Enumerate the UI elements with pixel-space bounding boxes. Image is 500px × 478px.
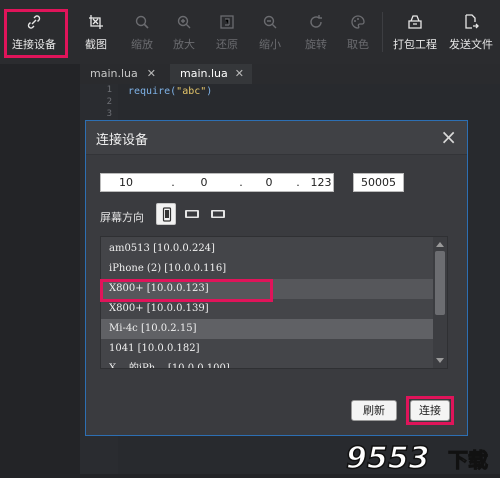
package-icon [408, 15, 422, 29]
watermark-suffix: 下载 [448, 448, 488, 472]
left-panel [0, 64, 80, 474]
rotate-button[interactable]: 旋转 [296, 0, 336, 64]
connect-button-highlight [406, 396, 454, 425]
code-line: require("abc") [128, 86, 212, 97]
ip-octet-4[interactable]: 123 [306, 176, 336, 189]
zoom-out-icon [263, 15, 277, 29]
send-file-button[interactable]: 发送文件 [444, 0, 498, 64]
screenshot-icon [89, 15, 103, 29]
dialog-title: 连接设备 [96, 133, 149, 148]
zoom-icon [135, 15, 149, 29]
code-string: "abc" [176, 86, 207, 97]
ip-dot: . [296, 176, 300, 189]
ip-dot: . [171, 176, 175, 189]
rotate-icon [310, 15, 322, 28]
ip-address-field[interactable]: 10 . 0 . 0 . 123 [100, 173, 334, 192]
ip-octet-2[interactable]: 0 [189, 176, 219, 189]
device-item[interactable]: Mi-4c [10.0.2.15] [101, 319, 433, 339]
orientation-label: 屏幕方向 [100, 211, 144, 224]
device-list[interactable]: am0513 [10.0.0.224] iPhone (2) [10.0.0.1… [100, 236, 448, 369]
scroll-thumb[interactable] [435, 251, 445, 315]
close-icon[interactable]: ✕ [147, 64, 156, 84]
zoom-in-label: 放大 [173, 38, 195, 51]
portrait-button[interactable] [156, 203, 176, 225]
package-project-label: 打包工程 [393, 38, 437, 51]
zoom-button[interactable]: 缩放 [122, 0, 162, 64]
phone-landscape-icon [185, 210, 199, 218]
landscape-button[interactable] [182, 203, 202, 225]
zoom-label: 缩放 [131, 38, 153, 51]
connect-device-dialog: 连接设备 × 10 . 0 . 0 . 123 50005 屏幕方向 am051… [85, 120, 468, 436]
restore-button[interactable]: 还原 [207, 0, 247, 64]
color-picker-button[interactable]: 取色 [338, 0, 378, 64]
restore-label: 还原 [216, 38, 238, 51]
tab-main-lua-2[interactable]: main.lua ✕ [170, 64, 252, 84]
close-icon[interactable]: × [440, 125, 457, 149]
line-number: 2 [106, 97, 112, 107]
connect-highlight [4, 9, 68, 58]
zoom-out-label: 缩小 [259, 38, 281, 51]
screenshot-button[interactable]: 截图 [76, 0, 116, 64]
toolbar-divider [382, 12, 383, 52]
zoom-out-button[interactable]: 缩小 [250, 0, 290, 64]
send-file-icon [465, 14, 479, 29]
color-picker-label: 取色 [347, 38, 369, 51]
rotate-label: 旋转 [305, 38, 327, 51]
device-item[interactable]: iPhone (2) [10.0.0.116] [101, 259, 433, 279]
tab-main-lua-1[interactable]: main.lua ✕ [80, 64, 164, 84]
watermark-graphic: 9553 下载 [345, 440, 488, 477]
device-item[interactable]: am0513 [10.0.0.224] [101, 239, 433, 259]
device-highlight [100, 279, 273, 302]
ip-octet-1[interactable]: 10 [111, 176, 141, 189]
scroll-up-icon[interactable] [436, 242, 444, 247]
ip-octet-3[interactable]: 0 [254, 176, 284, 189]
screenshot-label: 截图 [85, 38, 107, 51]
phone-portrait-icon [162, 207, 172, 222]
close-icon[interactable]: ✕ [235, 64, 244, 84]
code-paren: ) [206, 86, 213, 97]
zoom-in-button[interactable]: 放大 [164, 0, 204, 64]
line-number: 1 [106, 85, 112, 95]
phone-landscape-reverse-icon [211, 210, 225, 218]
scroll-down-icon[interactable] [436, 358, 444, 363]
watermark-digits: 9553 [346, 441, 430, 474]
watermark-logo: 9553 下载 [344, 440, 500, 477]
toolbar: 连接设备 截图 缩放 放大 还原 缩小 旋转 取色 打包工程 发送文件 [0, 0, 500, 65]
tab-label: main.lua [180, 67, 228, 80]
refresh-button[interactable]: 刷新 [351, 400, 397, 421]
ip-dot: . [239, 176, 243, 189]
line-number: 3 [106, 109, 112, 119]
dialog-header: 连接设备 × [86, 121, 467, 155]
zoom-in-icon [177, 15, 191, 29]
restore-icon [220, 15, 234, 29]
device-item[interactable]: X800+ [10.0.0.139] [101, 299, 433, 319]
send-file-label: 发送文件 [449, 38, 493, 51]
device-list-scrollbar[interactable] [433, 237, 447, 368]
port-field[interactable]: 50005 [353, 173, 404, 192]
device-item[interactable]: X... 的iPh... [10.0.0.100] [101, 359, 433, 368]
tab-label: main.lua [90, 67, 138, 80]
code-keyword: require( [128, 86, 177, 97]
package-project-button[interactable]: 打包工程 [388, 0, 442, 64]
landscape-reverse-button[interactable] [208, 203, 228, 225]
editor-tabs: main.lua ✕ main.lua ✕ [80, 64, 500, 84]
color-picker-icon [351, 15, 365, 29]
device-item[interactable]: 1041 [10.0.0.182] [101, 339, 433, 359]
